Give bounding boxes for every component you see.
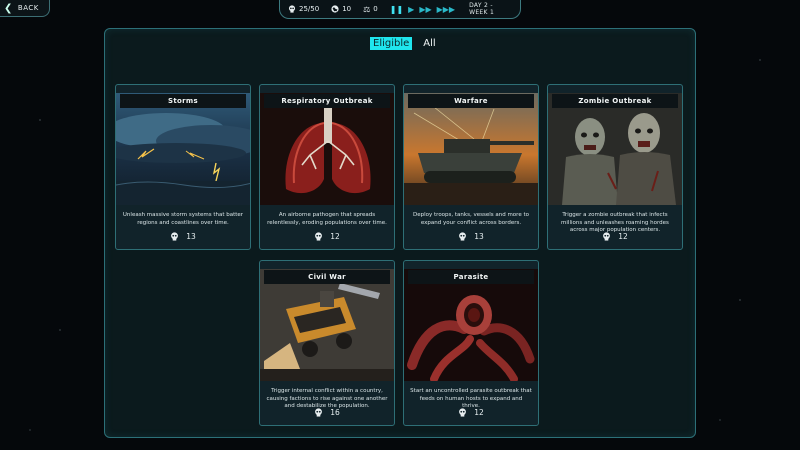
population-stat: 25/50 <box>288 5 319 13</box>
card-description: Deploy troops, tanks, vessels and more t… <box>413 212 529 226</box>
card-cost: 12 <box>260 232 394 241</box>
deaths-value: 10 <box>342 5 352 13</box>
card-respiratory-outbreak[interactable]: Respiratory Outbreak An airborne pathoge… <box>259 84 395 250</box>
card-cost: 16 <box>260 408 394 417</box>
speed-controls: ❚❚ ▶ ▶▶ ▶▶▶ <box>390 5 455 14</box>
card-cost: 13 <box>116 232 250 241</box>
skull-icon <box>288 5 296 13</box>
skull-icon <box>458 408 467 417</box>
zombie-art <box>548 93 682 205</box>
fast-forward-icon[interactable]: ▶▶ <box>419 5 431 14</box>
card-cost: 12 <box>404 408 538 417</box>
globe-icon <box>331 5 339 13</box>
card-title: Zombie Outbreak <box>552 94 678 108</box>
card-description: An airborne pathogen that spreads relent… <box>267 212 387 226</box>
fastest-forward-icon[interactable]: ▶▶▶ <box>437 5 455 14</box>
chevron-left-icon: ❮ <box>4 2 13 14</box>
balance-stat: ⚖ 0 <box>363 5 378 14</box>
skull-icon <box>314 232 323 241</box>
card-civil-war[interactable]: Civil War Trigger internal conflict with… <box>259 260 395 426</box>
card-cost-value: 16 <box>330 408 340 417</box>
card-parasite[interactable]: Parasite Start an uncontrolled parasite … <box>403 260 539 426</box>
deaths-stat: 10 <box>331 5 351 13</box>
storm-art <box>116 93 250 205</box>
tab-all[interactable]: All <box>420 37 438 50</box>
day-week-label: DAY 2 - WEEK 1 <box>469 2 495 16</box>
play-icon[interactable]: ▶ <box>408 5 414 14</box>
parasite-art <box>404 269 538 381</box>
card-storms[interactable]: Storms Unleash massive storm systems tha… <box>115 84 251 250</box>
pause-icon[interactable]: ❚❚ <box>390 5 403 14</box>
status-bar: 25/50 10 ⚖ 0 ❚❚ ▶ ▶▶ ▶▶▶ DAY 2 - WEEK 1 <box>279 0 521 19</box>
card-warfare[interactable]: Warfare Deploy troops, tanks, vessels an… <box>403 84 539 250</box>
back-label: BACK <box>17 4 39 12</box>
card-title: Warfare <box>408 94 534 108</box>
skull-icon <box>170 232 179 241</box>
tab-eligible[interactable]: Eligible <box>370 37 413 50</box>
skull-icon <box>458 232 467 241</box>
card-title: Respiratory Outbreak <box>264 94 390 108</box>
population-value: 25/50 <box>299 5 320 13</box>
scales-icon: ⚖ <box>363 4 371 14</box>
card-cost-value: 12 <box>618 232 628 241</box>
skull-icon <box>602 232 611 241</box>
back-button[interactable]: ❮ BACK <box>0 0 50 17</box>
card-cost-value: 12 <box>474 408 484 417</box>
card-title: Parasite <box>408 270 534 284</box>
civil-war-art <box>260 269 394 381</box>
tank-art <box>404 93 538 205</box>
filter-tabs: Eligible All <box>370 37 439 50</box>
card-description: Unleash massive storm systems that batte… <box>122 212 244 226</box>
card-cost: 12 <box>548 232 682 241</box>
card-cost: 13 <box>404 232 538 241</box>
skull-icon <box>314 408 323 417</box>
card-cost-value: 13 <box>474 232 484 241</box>
lungs-art <box>260 93 394 205</box>
card-zombie-outbreak[interactable]: Zombie Outbreak Trigger a zombie outbrea… <box>547 84 683 250</box>
card-cost-value: 12 <box>330 232 340 241</box>
balance-value: 0 <box>373 5 378 13</box>
card-title: Civil War <box>264 270 390 284</box>
card-title: Storms <box>120 94 246 108</box>
card-cost-value: 13 <box>186 232 196 241</box>
